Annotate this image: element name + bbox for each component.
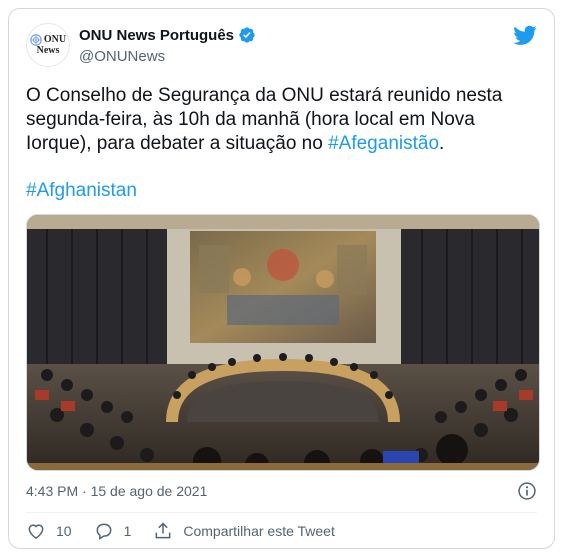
share-button[interactable]: Compartilhar este Tweet (153, 521, 335, 541)
tweet-text-end: . (439, 133, 445, 154)
tweet-card[interactable]: ONU News ONU News Português @ONUNews O C… (8, 8, 555, 549)
author-info: ONU News Português @ONUNews (79, 26, 256, 65)
tweet-timestamp[interactable]: 4:43 PM · 15 de ago de 2021 (26, 483, 207, 499)
tweet-photo[interactable] (26, 214, 540, 471)
avatar-logo-text: ONU (43, 34, 67, 45)
share-icon (155, 522, 171, 539)
hashtag-line: #Afghanistan (26, 179, 137, 203)
like-button[interactable]: 10 (26, 521, 72, 541)
twitter-bird-icon[interactable] (513, 23, 537, 47)
display-name[interactable]: ONU News Português (79, 27, 234, 44)
avatar[interactable]: ONU News (26, 23, 70, 67)
reply-count: 1 (123, 523, 132, 539)
verified-badge-icon (239, 27, 255, 43)
avatar-logo-subtext: News (36, 45, 60, 56)
like-count: 10 (56, 523, 72, 539)
heart-icon (28, 524, 44, 539)
tweet-text: O Conselho de Segurança da ONU estará re… (26, 84, 536, 156)
handle[interactable]: @ONUNews (79, 48, 256, 65)
share-label: Compartilhar este Tweet (183, 523, 335, 539)
hashtag-link[interactable]: #Afghanistan (26, 180, 137, 201)
reply-icon (96, 523, 111, 540)
security-council-photo (27, 215, 539, 470)
reply-button[interactable]: 1 (94, 521, 132, 541)
hashtag-link[interactable]: #Afeganistão (328, 133, 439, 154)
tweet-actions: 10 1 Compartilhar este Tweet (26, 521, 357, 541)
info-icon[interactable] (517, 481, 537, 501)
divider (26, 512, 537, 513)
